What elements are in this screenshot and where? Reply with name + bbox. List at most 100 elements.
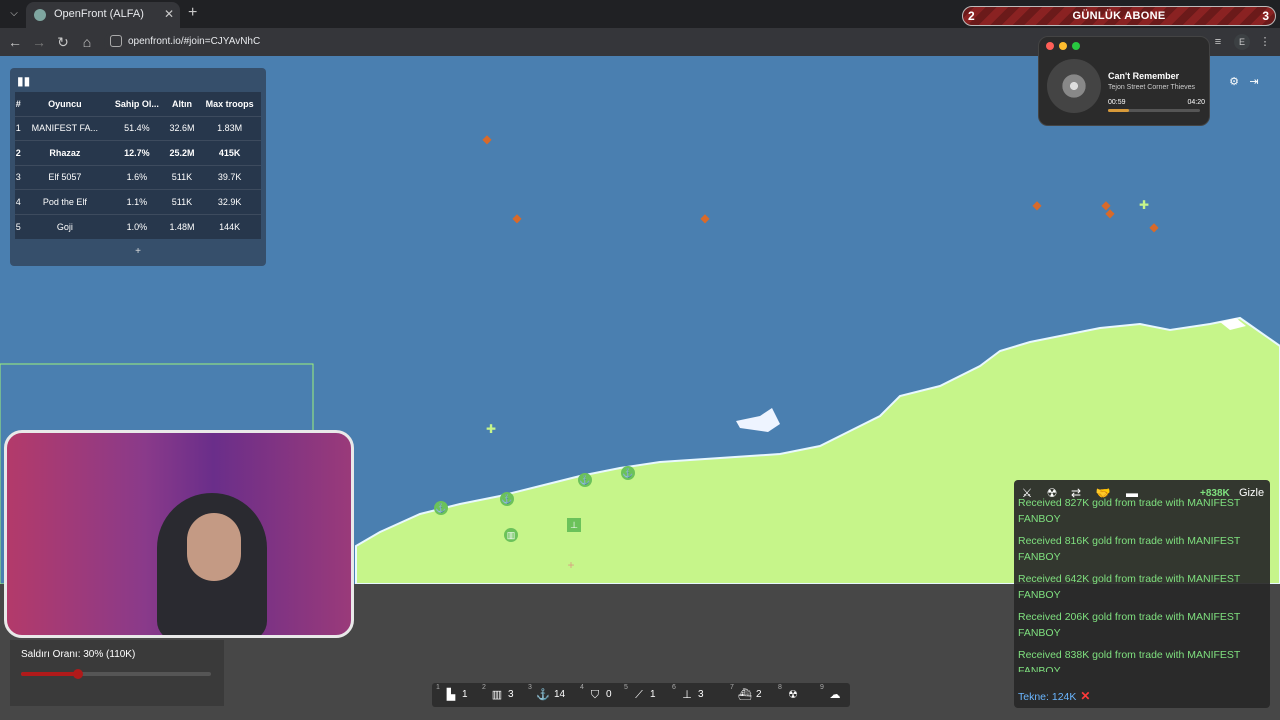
leaderboard-panel: ▮▮ # Oyuncu Sahip Ol... Altın Max troops… — [10, 68, 266, 266]
leaderboard-row[interactable]: 1 MANIFEST FA... 51.4% 32.6M 1.83M — [15, 115, 261, 141]
build-hotkey: 8 — [778, 684, 782, 691]
build-item-missile-silo[interactable]: 5 ⟋ 1 — [624, 683, 668, 707]
player-cell: MANIFEST FA... — [21, 115, 109, 141]
gold-cell: 511K — [165, 164, 199, 190]
port-icon[interactable]: ⚓ — [500, 492, 514, 506]
url-text: openfront.io/#join=CJYAvNhC — [128, 36, 261, 47]
attack-ratio-label: Saldırı Oranı: 30% (110K) — [21, 649, 136, 660]
song-progress[interactable] — [1108, 109, 1200, 112]
build-hotkey: 9 — [820, 684, 824, 691]
event-message-list: Received 827K gold from trade with MANIF… — [1018, 492, 1266, 672]
back-icon[interactable]: ← — [6, 33, 24, 51]
unit-marker[interactable]: ◆ — [512, 212, 522, 224]
build-item-factory[interactable]: 2 ▥ 3 — [482, 683, 526, 707]
event-message: Received 816K gold from trade with MANIF… — [1018, 535, 1241, 563]
leaderboard-row[interactable]: 3 Elf 5057 1.6% 511K 39.7K — [15, 164, 261, 190]
build-count: 3 — [508, 689, 514, 700]
missile-silo-icon: ⟋ — [635, 689, 643, 701]
site-info-icon[interactable] — [110, 35, 122, 47]
player-cell: Elf 5057 — [21, 164, 109, 190]
build-count: 3 — [698, 689, 704, 700]
defense-icon: ⛉ — [590, 689, 600, 701]
unit-marker[interactable]: ◆ — [700, 212, 710, 224]
close-tab-icon[interactable]: ✕ — [164, 7, 174, 21]
leaderboard-table: # Oyuncu Sahip Ol... Altın Max troops 1M… — [15, 92, 261, 239]
sam-launcher-icon: ⊥ — [682, 689, 692, 701]
col-player[interactable]: Oyuncu — [21, 92, 109, 116]
build-item-defense[interactable]: 4 ⛉ 0 — [580, 683, 624, 707]
build-count: 0 — [606, 689, 612, 700]
leaderboard-chart-icon[interactable]: ▮▮ — [17, 74, 30, 88]
col-gold[interactable]: Altın — [165, 92, 199, 116]
build-hotkey: 7 — [730, 684, 734, 691]
event-message: Received 838K gold from trade with MANIF… — [1018, 649, 1241, 672]
song-progress-fill — [1108, 109, 1130, 112]
build-hotkey: 4 — [580, 684, 584, 691]
build-bar: 1 ▙ 1 2 ▥ 3 3 ⚓ 14 4 ⛉ 0 5 ⟋ 1 6 ⊥ 3 7 ⛴ 2 8 ☢ 9 ☁ — [432, 683, 850, 707]
events-panel: ⚔ ☢ ⇄ 🤝 ▬ +838K Gizle Received 827K gold… — [1014, 480, 1270, 708]
banner-title: GÜNLÜK ABONE — [1072, 10, 1166, 22]
build-item-warship[interactable]: 7 ⛴ 2 — [730, 683, 774, 707]
build-item-atom-bomb[interactable]: 8 ☢ — [778, 683, 822, 707]
unit-marker[interactable]: ◆ — [1032, 199, 1042, 211]
unit-marker[interactable]: ◆ — [1105, 207, 1115, 219]
close-dot-icon[interactable] — [1046, 42, 1054, 50]
leaderboard-expand-button[interactable]: + — [10, 246, 266, 257]
menu-dots-icon[interactable]: ⋮ — [1258, 35, 1272, 49]
port-icon: ⚓ — [536, 689, 550, 701]
factory-icon[interactable]: ▥ — [504, 528, 518, 542]
extensions-icon[interactable]: ≡ — [1211, 35, 1225, 49]
tab-search-chevron-icon[interactable]: ⌵ — [4, 4, 24, 24]
build-count: 2 — [756, 689, 762, 700]
reload-icon[interactable]: ↻ — [54, 33, 72, 51]
unit-marker[interactable]: ✚ — [486, 423, 496, 435]
browser-tab[interactable]: OpenFront (ALFA) ✕ — [26, 2, 180, 28]
hydrogen-bomb-icon: ☁ — [829, 689, 841, 701]
album-art — [1047, 59, 1101, 113]
owned-cell: 1.6% — [108, 164, 166, 190]
attack-ratio-panel: Saldırı Oranı: 30% (110K) — [10, 640, 224, 706]
game-top-controls: ⚙ ⇥ — [1208, 72, 1268, 92]
build-hotkey: 2 — [482, 684, 486, 691]
event-message: Received 642K gold from trade with MANIF… — [1018, 573, 1241, 601]
song-duration: 04:20 — [1187, 99, 1205, 106]
build-item-port[interactable]: 3 ⚓ 14 — [528, 683, 572, 707]
webcam-overlay — [4, 430, 354, 638]
attack-ratio-slider[interactable] — [21, 669, 211, 679]
unit-marker[interactable]: ✚ — [1139, 199, 1149, 211]
forward-icon[interactable]: → — [30, 33, 48, 51]
settings-icon[interactable]: ⚙ — [1224, 75, 1244, 88]
factory-icon: ▥ — [491, 689, 503, 701]
troops-cell: 415K — [198, 140, 261, 166]
browser-tab-bar: ⌵ OpenFront (ALFA) ✕ + 2 GÜNLÜK ABONE 3 — [0, 0, 1280, 28]
port-icon[interactable]: ⚓ — [578, 473, 592, 487]
exit-icon[interactable]: ⇥ — [1244, 75, 1264, 88]
event-message: Received 827K gold from trade with MANIF… — [1018, 497, 1241, 525]
maximize-dot-icon[interactable] — [1072, 42, 1080, 50]
build-item-hydrogen-bomb[interactable]: 9 ☁ — [820, 683, 864, 707]
col-troops[interactable]: Max troops — [198, 92, 261, 116]
build-item-sam-launcher[interactable]: 6 ⊥ 3 — [672, 683, 716, 707]
port-icon[interactable]: ⚓ — [621, 466, 635, 480]
new-tab-icon[interactable]: + — [188, 4, 197, 22]
player-cell: Pod the Elf — [21, 189, 109, 215]
song-title: Can't Remember — [1108, 71, 1180, 81]
banner-right-count: 3 — [1262, 9, 1269, 23]
unit-marker[interactable]: ◆ — [1149, 221, 1159, 233]
attack-ratio-thumb[interactable] — [73, 669, 83, 679]
profile-avatar[interactable]: E — [1234, 34, 1250, 50]
port-icon[interactable]: ⚓ — [434, 501, 448, 515]
troops-cell: 1.83M — [198, 115, 261, 141]
leaderboard-row[interactable]: 2 Rhazaz 12.7% 25.2M 415K — [15, 140, 261, 166]
build-count: 1 — [462, 689, 468, 700]
minimize-dot-icon[interactable] — [1059, 42, 1067, 50]
unit-marker[interactable]: ◆ — [482, 133, 492, 145]
sam-launcher-icon[interactable]: ⊥ — [567, 518, 581, 532]
build-count: 14 — [554, 689, 566, 700]
leaderboard-row[interactable]: 4 Pod the Elf 1.1% 511K 32.9K — [15, 189, 261, 215]
col-owned[interactable]: Sahip Ol... — [108, 92, 166, 116]
leaderboard-row[interactable]: 5 Goji 1.0% 1.48M 144K — [15, 213, 261, 239]
cancel-boat-icon[interactable]: ✕ — [1080, 689, 1090, 703]
home-icon[interactable]: ⌂ — [78, 33, 96, 51]
build-item-city[interactable]: 1 ▙ 1 — [436, 683, 480, 707]
